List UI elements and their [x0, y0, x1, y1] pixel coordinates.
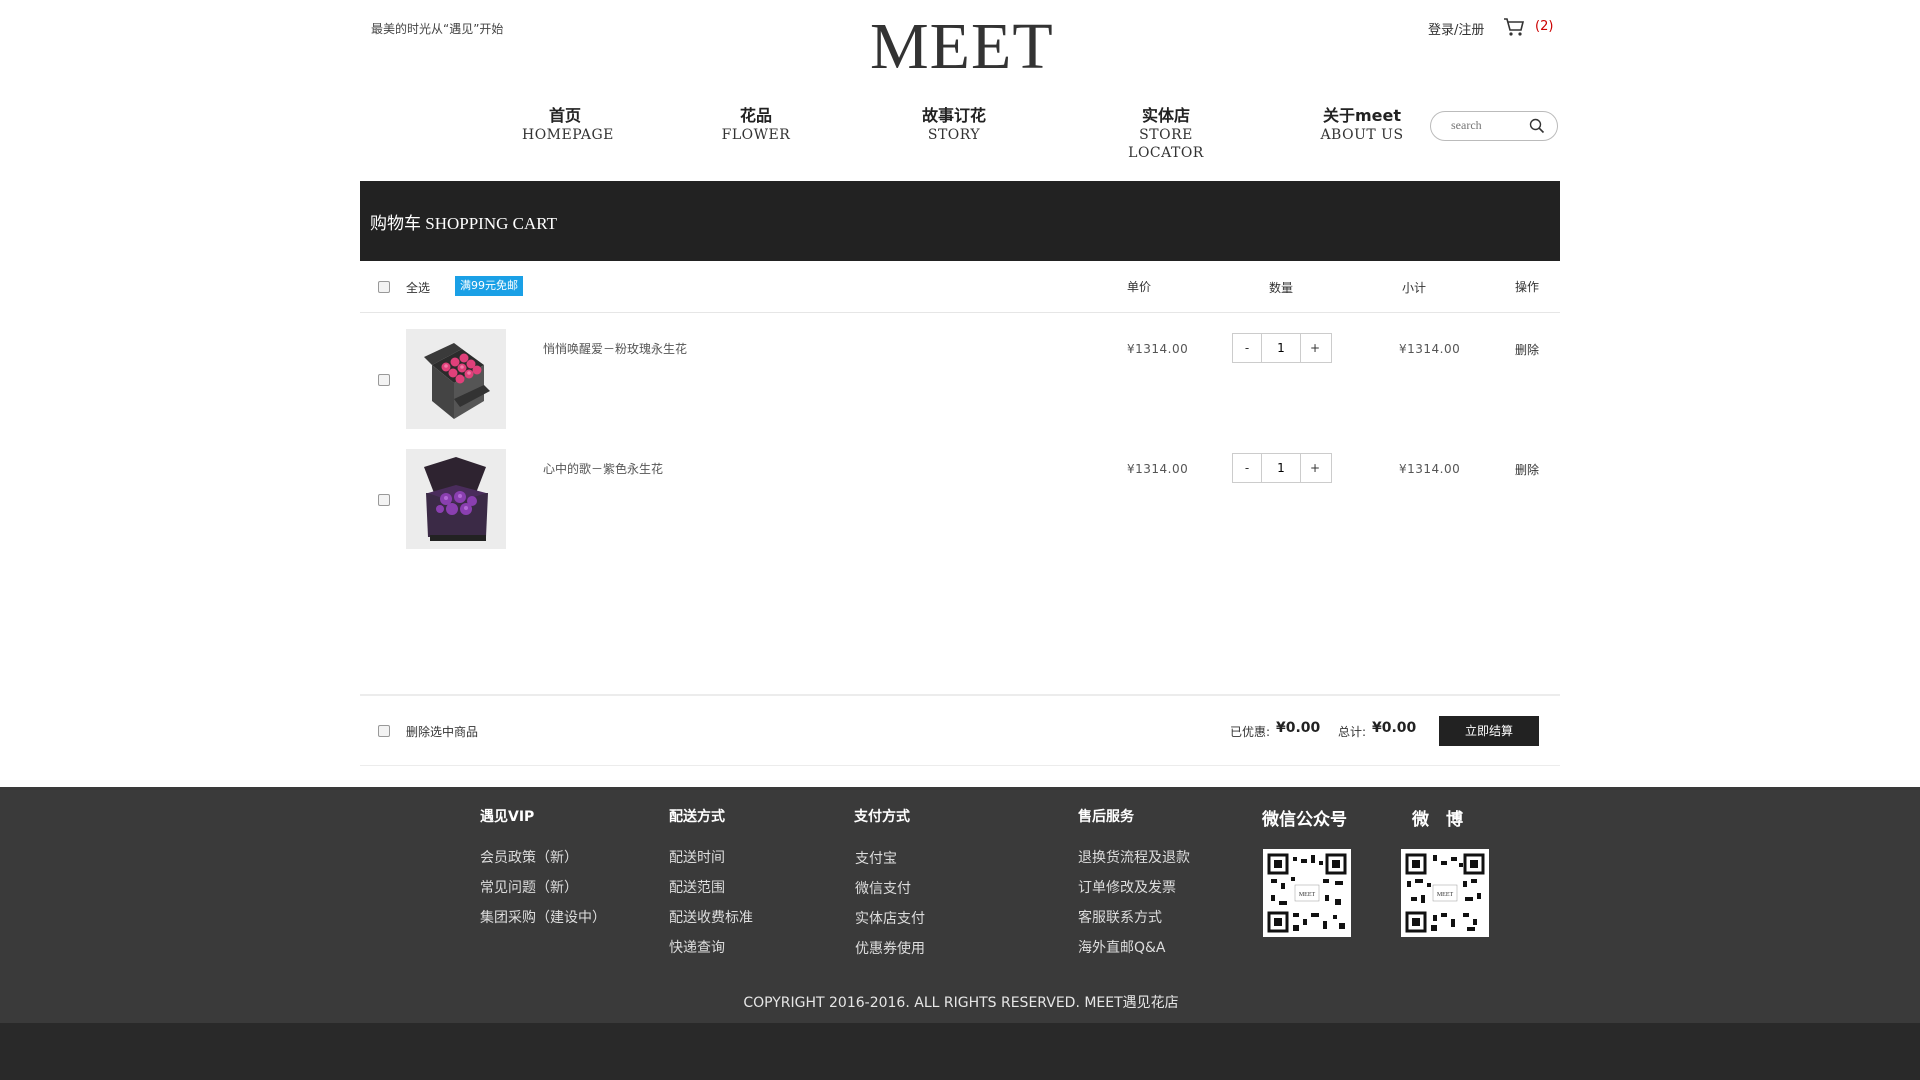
increase-button[interactable]: +: [1301, 454, 1329, 482]
footer-bottom-bar: [0, 1023, 1920, 1080]
item-subtotal: ¥1314.00: [1399, 462, 1461, 476]
select-all-checkbox[interactable]: [378, 281, 390, 293]
quantity-stepper: - +: [1232, 333, 1332, 363]
nav-label-zh: 关于meet: [1322, 106, 1402, 125]
nav-label-zh: 首页: [548, 106, 581, 125]
item-checkbox[interactable]: [378, 374, 390, 386]
nav-label-zh: 实体店: [1141, 106, 1190, 125]
weibo-heading: 微 博: [1412, 810, 1463, 830]
delete-selected-checkbox[interactable]: [378, 725, 390, 737]
search-box: [1430, 111, 1558, 141]
cart-title-band: 购物车 SHOPPING CART: [360, 181, 1560, 261]
nav-homepage[interactable]: 首页 HOMEPAGE: [522, 106, 614, 144]
cart-icon[interactable]: [1503, 17, 1525, 37]
footer-link[interactable]: 实体店支付: [855, 908, 925, 928]
nav-label-en: ABOUT US: [1320, 127, 1404, 143]
unit-price: ¥1314.00: [1127, 342, 1189, 356]
footer-heading-after-sales: 售后服务: [1078, 809, 1134, 825]
svg-text:MEET: MEET: [1437, 892, 1454, 898]
wechat-qr-code: MEET: [1263, 849, 1351, 937]
footer-heading-delivery: 配送方式: [669, 809, 725, 825]
footer-heading-payment: 支付方式: [854, 809, 910, 825]
col-header-action: 操作: [1515, 280, 1540, 294]
col-header-price: 单价: [1127, 280, 1152, 294]
meet-logo[interactable]: MEET: [870, 8, 1055, 83]
login-register-link[interactable]: 登录/注册: [1428, 19, 1484, 38]
footer-link[interactable]: 会员政策（新）: [480, 847, 578, 867]
delete-item-button[interactable]: 删除: [1515, 461, 1539, 478]
wechat-heading: 微信公众号: [1262, 810, 1347, 830]
logo-text: MEET: [870, 10, 1054, 78]
footer-link[interactable]: 快递查询: [669, 937, 725, 957]
nav-label-en: FLOWER: [721, 127, 791, 143]
cart-count[interactable]: (2): [1535, 19, 1553, 34]
nav-label-en: STORE LOCATOR: [1128, 127, 1204, 161]
footer-link[interactable]: 微信支付: [855, 878, 911, 898]
footer-link[interactable]: 退换货流程及退款: [1078, 847, 1190, 867]
col-header-subtotal: 小计: [1402, 281, 1427, 295]
weibo-qr-code: MEET: [1401, 849, 1489, 937]
nav-flower[interactable]: 花品 FLOWER: [716, 106, 796, 144]
footer-link[interactable]: 配送收费标准: [669, 907, 753, 927]
copyright: COPYRIGHT 2016-2016. ALL RIGHTS RESERVED…: [743, 995, 1179, 1011]
divider: [360, 312, 1560, 313]
footer-link[interactable]: 优惠券使用: [855, 938, 925, 958]
footer-link[interactable]: 配送范围: [669, 877, 725, 897]
discount-value: ¥0.00: [1276, 720, 1321, 736]
footer-link[interactable]: 客服联系方式: [1078, 907, 1162, 927]
nav-label-en: STORY: [927, 127, 981, 143]
item-subtotal: ¥1314.00: [1399, 342, 1461, 356]
product-name[interactable]: 心中的歌－紫色永生花: [543, 460, 663, 477]
decrease-button[interactable]: -: [1233, 454, 1261, 482]
search-input[interactable]: [1451, 118, 1521, 133]
divider: [360, 765, 1560, 766]
quantity-input[interactable]: [1261, 454, 1301, 482]
quantity-stepper: - +: [1232, 453, 1332, 483]
footer-link[interactable]: 常见问题（新）: [480, 877, 578, 897]
product-image[interactable]: [406, 449, 506, 549]
quantity-input[interactable]: [1261, 334, 1301, 362]
delete-item-button[interactable]: 删除: [1515, 341, 1539, 358]
product-name[interactable]: 悄悄唤醒爱－粉玫瑰永生花: [543, 340, 687, 357]
svg-text:MEET: MEET: [1299, 892, 1316, 898]
item-checkbox[interactable]: [378, 494, 390, 506]
select-all-label: 全选: [406, 281, 431, 295]
product-image[interactable]: [406, 329, 506, 429]
nav-store-locator[interactable]: 实体店 STORE LOCATOR: [1101, 106, 1231, 162]
page-title: 购物车 SHOPPING CART: [370, 214, 557, 233]
footer: [0, 787, 1920, 1023]
discount-label: 已优惠:: [1230, 725, 1271, 739]
nav-label-en: HOMEPAGE: [522, 127, 614, 143]
footer-link[interactable]: 支付宝: [855, 848, 897, 868]
footer-link[interactable]: 配送时间: [669, 847, 725, 867]
nav-about-us[interactable]: 关于meet ABOUT US: [1319, 106, 1405, 144]
footer-link[interactable]: 订单修改及发票: [1078, 877, 1176, 897]
increase-button[interactable]: +: [1301, 334, 1329, 362]
free-shipping-badge: 满99元免邮: [455, 276, 523, 296]
footer-link[interactable]: 集团采购（建设中）: [480, 907, 606, 927]
site-slogan: 最美的时光从“遇见”开始: [371, 22, 504, 36]
decrease-button[interactable]: -: [1233, 334, 1261, 362]
footer-heading-vip: 遇见VIP: [480, 809, 535, 825]
checkout-button[interactable]: 立即结算: [1439, 716, 1539, 746]
nav-story[interactable]: 故事订花 STORY: [911, 106, 997, 144]
nav-label-zh: 故事订花: [921, 106, 986, 125]
search-icon[interactable]: [1529, 118, 1545, 134]
total-value: ¥0.00: [1372, 720, 1417, 736]
footer-link[interactable]: 海外直邮Q&A: [1078, 937, 1166, 957]
divider: [360, 694, 1560, 696]
col-header-quantity: 数量: [1269, 281, 1294, 295]
total-label: 总计:: [1338, 725, 1367, 739]
delete-selected-link[interactable]: 删除选中商品: [406, 723, 478, 740]
nav-label-zh: 花品: [739, 106, 772, 125]
unit-price: ¥1314.00: [1127, 462, 1189, 476]
